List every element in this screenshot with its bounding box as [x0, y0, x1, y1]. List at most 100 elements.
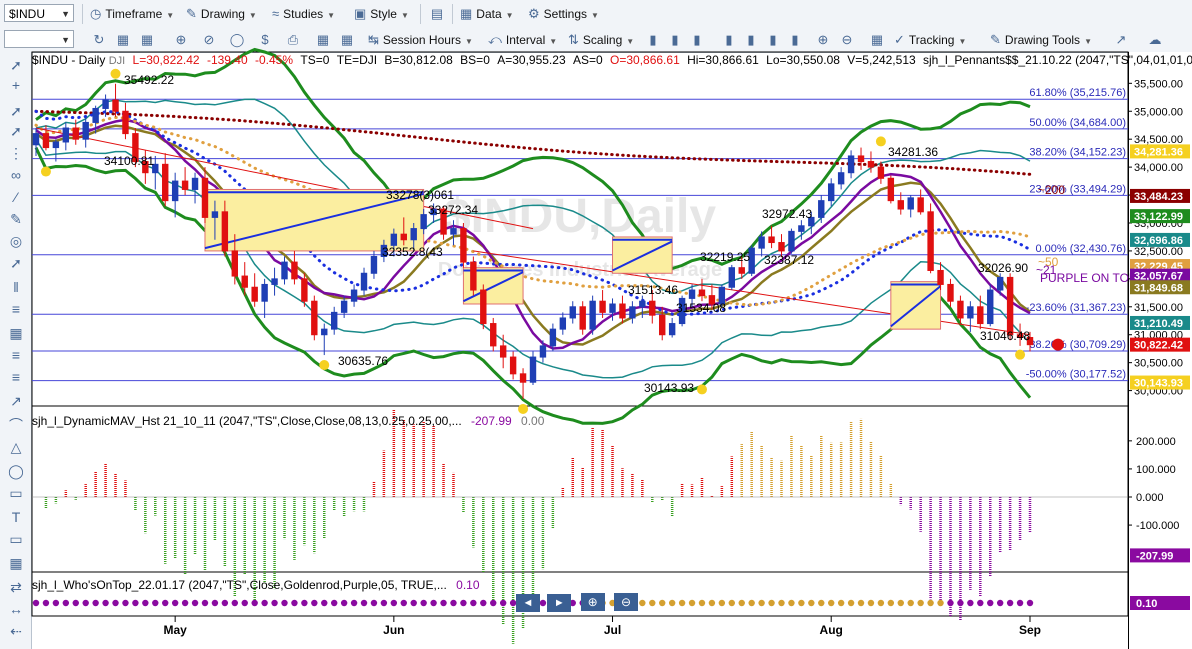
chevron-down-icon: ▼	[1084, 37, 1092, 46]
horizontal-lines-icon[interactable]: ≡	[6, 300, 26, 318]
speed-icon[interactable]: ➚	[6, 254, 26, 272]
studies-button[interactable]: ≈ Studies ▼	[272, 4, 335, 24]
zoom-in-icon[interactable]: ⊕	[814, 31, 832, 49]
price-annotation: 30635.76	[338, 354, 388, 368]
candle-chart-icon[interactable]: ▮	[688, 31, 706, 49]
vertical-bars-icon[interactable]: ‖	[6, 278, 26, 296]
scaling-button[interactable]: ⇅ Scaling ▼	[568, 30, 634, 50]
trendline-icon[interactable]: ➚	[6, 102, 26, 120]
fan-icon[interactable]: ◎	[6, 232, 26, 250]
settings-button[interactable]: ⚙ Settings ▼	[528, 4, 599, 24]
pitchfork-icon[interactable]: ∞	[6, 166, 26, 184]
chevron-down-icon[interactable]: ▼	[61, 5, 70, 23]
zoom-out-icon[interactable]: ⊖	[614, 593, 639, 611]
channel-icon[interactable]: ⁄	[6, 188, 26, 206]
scroll-left-icon[interactable]: ◄	[516, 594, 540, 612]
style-button[interactable]: ▣ Style ▼	[354, 4, 409, 24]
price-annotation: 32219.25	[700, 250, 750, 264]
text-icon[interactable]: T	[6, 508, 26, 526]
candle-body	[330, 311, 338, 330]
arrow-icon[interactable]: ↗	[6, 392, 26, 410]
pointer-icon[interactable]: ➚	[6, 56, 26, 74]
grid-icon[interactable]: ▦	[6, 554, 26, 572]
grid-icon[interactable]: ▦	[138, 31, 156, 49]
rectangle-icon[interactable]: ▭	[6, 484, 26, 502]
candle-body	[42, 133, 50, 149]
oscillator-zero-value: 0.00	[521, 414, 545, 428]
whos-on-top-dot	[261, 599, 268, 607]
triangle-icon[interactable]: △	[6, 438, 26, 456]
candle-body	[340, 300, 348, 313]
candle-body	[251, 286, 258, 302]
drawing-tools-button[interactable]: ✎ Drawing Tools ▼	[990, 30, 1092, 50]
brush-icon[interactable]: ✎	[6, 210, 26, 228]
grid-lines-icon[interactable]: ▦	[6, 324, 26, 342]
whos-on-top-dot	[350, 599, 358, 607]
scroll-right-icon[interactable]: ►	[547, 594, 572, 612]
ellipse-icon[interactable]: ◯	[6, 462, 26, 480]
trend-line	[473, 250, 1031, 336]
chevron-down-icon: ▼	[464, 37, 473, 46]
interval-button[interactable]: ⤺ Interval ▼	[488, 30, 557, 50]
split-arrow-icon[interactable]: ⇠	[6, 622, 26, 640]
add-line-icon[interactable]: ↗	[1112, 31, 1130, 49]
whos-on-top-dot	[112, 599, 119, 607]
price-chart[interactable]: $INDU,Daily Dow Jones Industrial Average…	[0, 0, 1192, 649]
spread-icon[interactable]: ▮	[764, 31, 782, 49]
candle-body	[499, 345, 507, 358]
drawing-button[interactable]: ✎ Drawing ▼	[186, 4, 257, 24]
symbol-input[interactable]: $INDU ▼	[4, 4, 74, 22]
zoom-in-icon[interactable]: ⊕	[580, 593, 605, 611]
timeframe-button[interactable]: ◷ Timeframe ▼	[90, 4, 174, 24]
network-icon[interactable]: ▦	[314, 31, 332, 49]
candle-body	[261, 283, 268, 302]
dollar-icon[interactable]: $	[256, 31, 274, 49]
fib-extension-icon[interactable]: ≡	[6, 368, 26, 386]
spread-icon[interactable]: ▮	[720, 31, 738, 49]
scaling-icon: ⇅	[568, 32, 579, 47]
candle-body	[957, 300, 964, 319]
grid-small-icon[interactable]: ▦	[338, 31, 356, 49]
layout-icon[interactable]: ▤	[428, 5, 446, 23]
tool-icon[interactable]: ▦	[114, 31, 132, 49]
fib-icon[interactable]: ≡	[6, 346, 26, 364]
session-hours-button[interactable]: ↹ Session Hours ▼	[368, 30, 473, 50]
spread-icon[interactable]: ▮	[742, 31, 760, 49]
net-change: -139.40	[206, 53, 248, 67]
whos-on-top-dot	[947, 599, 954, 607]
tracking-button[interactable]: ✓ Tracking ▼	[894, 30, 966, 50]
refresh-icon[interactable]: ↻	[90, 31, 108, 49]
box-text-icon[interactable]: ▭	[6, 530, 26, 548]
whos-on-top-dot	[917, 599, 924, 607]
swap-icon[interactable]: ⇄	[6, 578, 26, 596]
chevron-down-icon[interactable]: ▼	[61, 31, 70, 49]
horizontal-arrow-icon[interactable]: ↔	[6, 600, 26, 618]
spread-icon[interactable]: ▮	[786, 31, 804, 49]
whos-on-top-dot	[678, 599, 686, 607]
crosshair-icon[interactable]: +	[6, 76, 26, 94]
trend-line	[35, 127, 534, 230]
candle-chart-icon[interactable]: ▮	[666, 31, 684, 49]
arc-icon[interactable]: ⌒	[6, 416, 26, 434]
print-icon[interactable]: ⎙	[284, 31, 302, 49]
vertical-line-icon[interactable]: ⋮	[6, 144, 26, 162]
pennant-line	[890, 285, 942, 328]
crosshair-icon[interactable]: ⊕	[172, 31, 190, 49]
candle-body	[529, 356, 537, 383]
header-info: $INDU - Daily DJI L=30,822.42 -139.40 -0…	[32, 53, 1192, 68]
whos-on-top-dot	[321, 599, 328, 607]
zoom-out-icon[interactable]: ⊖	[838, 31, 856, 49]
price-annotation: 32972.43	[762, 207, 812, 221]
pennant-line	[462, 271, 524, 303]
cloud-icon[interactable]: ☁	[1146, 31, 1164, 49]
interval-input[interactable]: ▼	[4, 30, 74, 48]
ellipse-icon[interactable]: ◯	[228, 31, 246, 49]
ray-icon[interactable]: ➚	[6, 122, 26, 140]
whos-on-top-dot	[311, 599, 318, 607]
candle-body	[62, 127, 70, 143]
no-icon[interactable]: ⊘	[200, 31, 218, 49]
bar-chart-icon[interactable]: ▮	[644, 31, 662, 49]
grid-icon[interactable]: ▦	[868, 31, 886, 49]
chevron-down-icon: ▼	[626, 37, 635, 46]
data-button[interactable]: ▦ Data ▼	[460, 4, 514, 24]
